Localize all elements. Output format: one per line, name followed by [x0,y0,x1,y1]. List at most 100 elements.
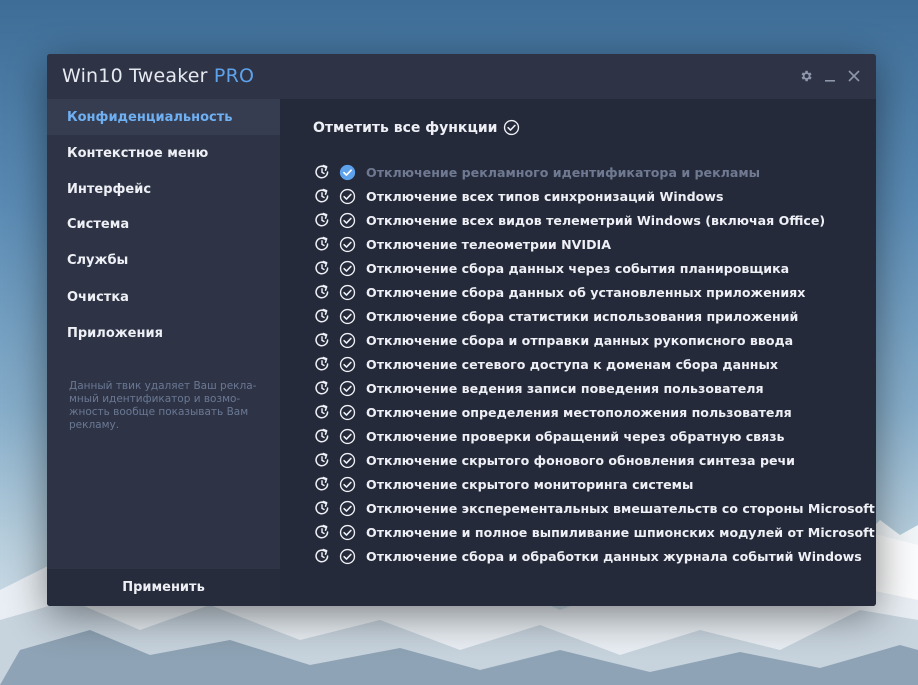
close-button[interactable] [846,67,862,85]
feature-row[interactable]: Отключение сбора данных об установленных… [313,280,873,304]
minimize-icon [825,80,835,82]
reset-icon[interactable] [313,163,331,181]
window-controls [798,67,862,85]
feature-label: Отключение сбора статистики использовани… [366,308,799,324]
feature-row[interactable]: Отключение телеометрии NVIDIA [313,232,873,256]
close-icon [848,70,860,82]
select-all-button[interactable]: Отметить все функции [313,119,520,136]
feature-row[interactable]: Отключение сбора и обработки данных журн… [313,544,873,568]
feature-label: Отключение скрытого мониторинга системы [366,476,694,492]
select-all-label: Отметить все функции [313,119,498,136]
app-title-main: Win10 Tweaker [62,65,214,87]
sidebar-item-services[interactable]: Службы [47,242,280,278]
sidebar-item-apps[interactable]: Приложения [47,315,280,351]
check-circle-filled-icon[interactable] [339,164,356,181]
sidebar-item-label: Приложения [67,325,163,341]
sidebar-item-label: Очистка [67,289,129,305]
feature-label: Отключение сбора и обработки данных журн… [366,548,862,564]
check-circle-icon[interactable] [339,212,356,229]
feature-list: Отключение рекламного идентификатора и р… [313,160,875,568]
feature-row[interactable]: Отключение скрытого фонового обновления … [313,448,873,472]
reset-icon[interactable] [313,283,331,301]
reset-icon[interactable] [313,331,331,349]
feature-row[interactable]: Отключение определения местоположения по… [313,400,873,424]
feature-label: Отключение сетевого доступа к доменам сб… [366,356,778,372]
apply-button[interactable]: Применить [47,569,280,606]
reset-icon[interactable] [313,523,331,541]
reset-icon[interactable] [313,355,331,373]
feature-label: Отключение сбора и отправки данных рукоп… [366,332,794,348]
settings-button[interactable] [798,67,814,85]
feature-label: Отключение всех типов синхронизаций Wind… [366,188,724,204]
feature-label: Отключение проверки обращений через обра… [366,428,785,444]
reset-icon[interactable] [313,427,331,445]
sidebar-item-system[interactable]: Система [47,206,280,242]
feature-label: Отключение скрытого фонового обновления … [366,452,795,468]
check-circle-icon[interactable] [339,452,356,469]
feature-label: Отключение сбора данных об установленных… [366,284,806,300]
feature-row[interactable]: Отключение всех видов телеметрий Windows… [313,208,873,232]
reset-icon[interactable] [313,451,331,469]
check-circle-icon[interactable] [339,380,356,397]
feature-row[interactable]: Отключение ведения записи поведения поль… [313,376,873,400]
feature-row[interactable]: Отключение сетевого доступа к доменам сб… [313,352,873,376]
sidebar-item-label: Контекстное меню [67,145,209,161]
check-circle-icon[interactable] [339,428,356,445]
sidebar: Конфиденциальность Контекстное меню Инте… [47,99,280,606]
feature-row[interactable]: Отключение эксперементальных вмешательст… [313,496,875,520]
feature-row[interactable]: Отключение и полное выпиливание шпионски… [313,520,875,544]
app-title-pro: PRO [213,65,255,87]
app-title: Win10 Tweaker PRO [62,65,254,87]
feature-row[interactable]: Отключение рекламного идентификатора и р… [313,160,873,184]
sidebar-item-context-menu[interactable]: Контекстное меню [47,135,280,171]
reset-icon[interactable] [313,547,331,565]
feature-row[interactable]: Отключение сбора данных через события пл… [313,256,873,280]
check-circle-icon[interactable] [339,260,356,277]
check-circle-icon[interactable] [339,356,356,373]
gear-icon [801,70,812,82]
check-circle-icon[interactable] [339,548,356,565]
reset-icon[interactable] [313,475,331,493]
sidebar-item-label: Интерфейс [67,181,152,197]
feature-label: Отключение и полное выпиливание шпионски… [366,524,875,540]
reset-icon[interactable] [313,379,331,397]
feature-row[interactable]: Отключение проверки обращений через обра… [313,424,873,448]
tweak-description: Данный твик удаляет Ваш рекла-мный идент… [69,380,257,431]
feature-label: Отключение сбора данных через события пл… [366,260,790,276]
reset-icon[interactable] [313,259,331,277]
check-circle-icon[interactable] [339,524,356,541]
reset-icon[interactable] [313,499,331,517]
sidebar-item-interface[interactable]: Интерфейс [47,171,280,207]
feature-label: Отключение ведения записи поведения поль… [366,380,764,396]
minimize-button[interactable] [822,67,838,85]
reset-icon[interactable] [313,235,331,253]
feature-row[interactable]: Отключение сбора и отправки данных рукоп… [313,328,873,352]
sidebar-item-privacy[interactable]: Конфиденциальность [47,99,280,135]
check-circle-icon[interactable] [339,188,356,205]
reset-icon[interactable] [313,403,331,421]
feature-row[interactable]: Отключение скрытого мониторинга системы [313,472,873,496]
reset-icon[interactable] [313,187,331,205]
feature-label: Отключение всех видов телеметрий Windows… [366,212,826,228]
check-circle-icon[interactable] [339,284,356,301]
main-panel: Отметить все функции Отключение рекламно… [280,99,876,606]
check-circle-icon[interactable] [339,236,356,253]
sidebar-item-label: Система [67,216,130,232]
sidebar-item-label: Конфиденциальность [67,109,233,125]
sidebar-item-cleanup[interactable]: Очистка [47,279,280,315]
check-circle-icon [504,119,520,136]
check-circle-icon[interactable] [339,308,356,325]
feature-row[interactable]: Отключение сбора статистики использовани… [313,304,873,328]
reset-icon[interactable] [313,307,331,325]
check-circle-icon[interactable] [339,332,356,349]
feature-label: Отключение определения местоположения по… [366,404,792,420]
feature-label: Отключение рекламного идентификатора и р… [366,164,761,180]
app-window: Win10 Tweaker PRO Конфиденциальность Кон… [47,54,876,606]
check-circle-icon[interactable] [339,500,356,517]
check-circle-icon[interactable] [339,476,356,493]
feature-row[interactable]: Отключение всех типов синхронизаций Wind… [313,184,873,208]
check-circle-icon[interactable] [339,404,356,421]
sidebar-item-label: Службы [67,252,129,268]
reset-icon[interactable] [313,211,331,229]
title-bar: Win10 Tweaker PRO [47,54,876,99]
